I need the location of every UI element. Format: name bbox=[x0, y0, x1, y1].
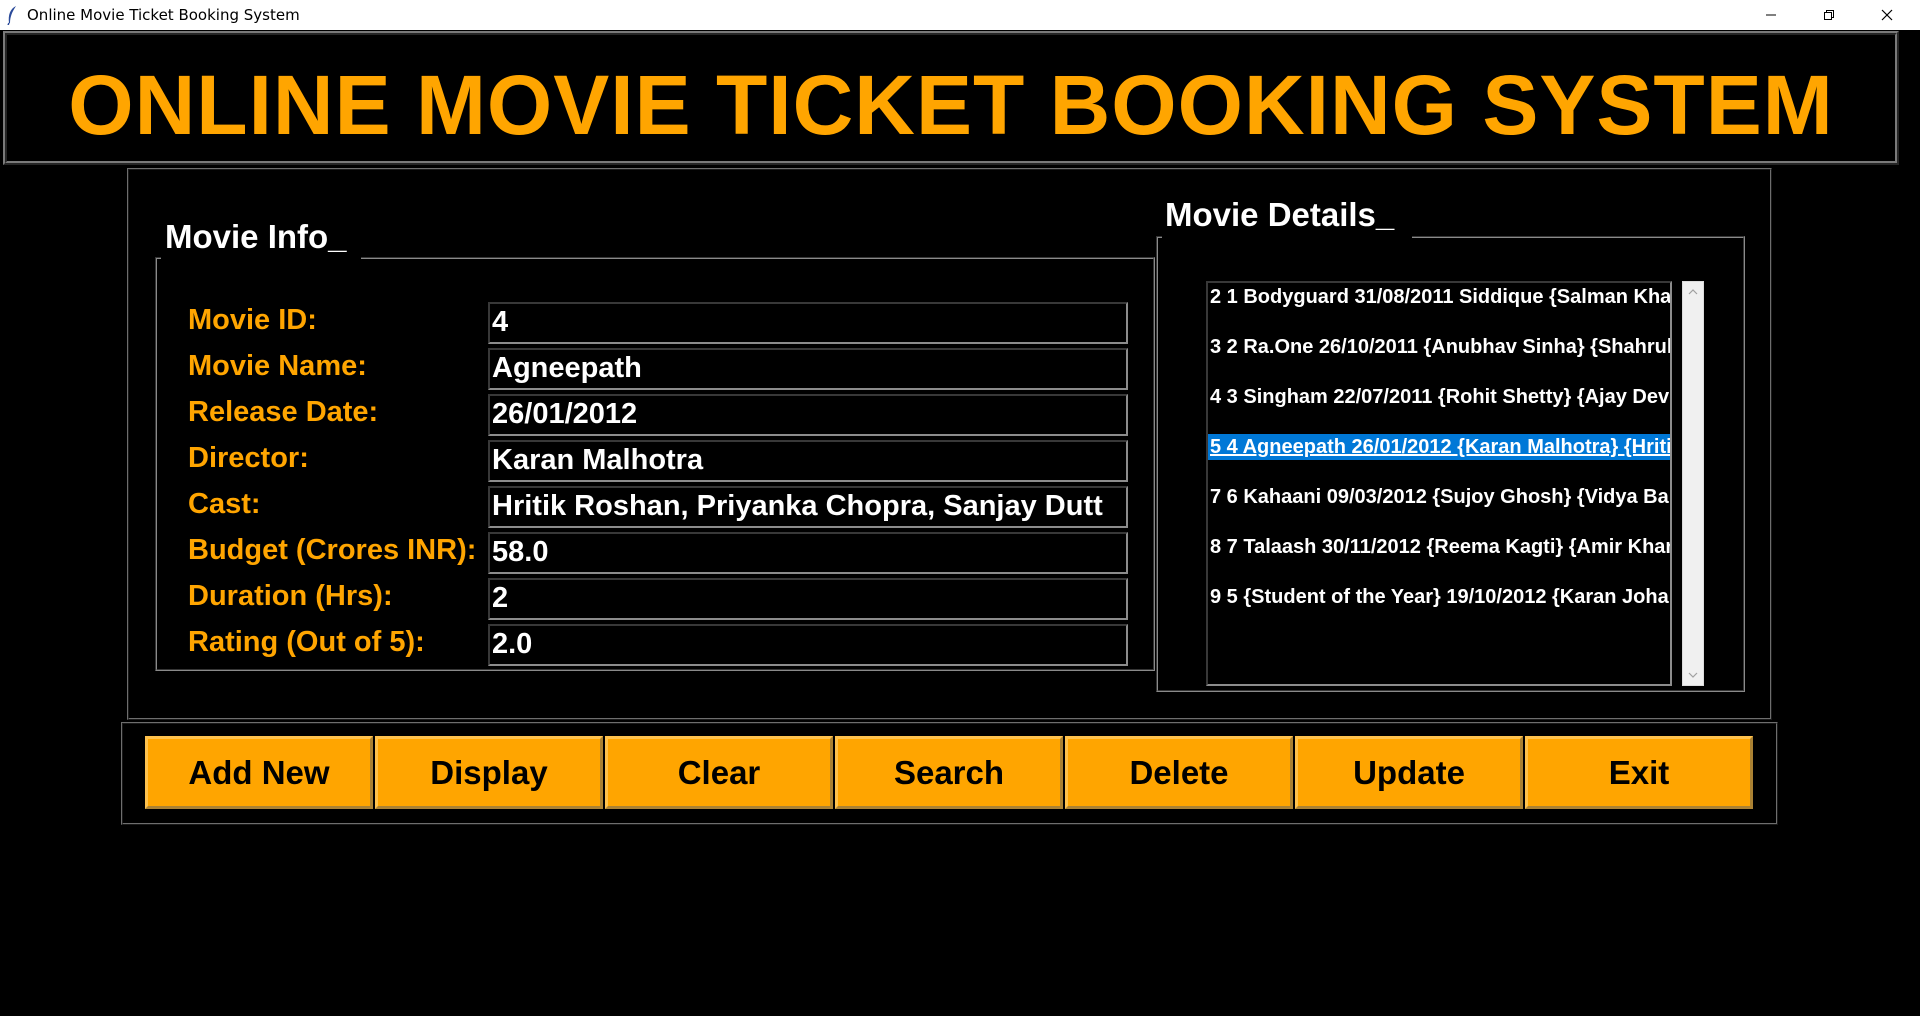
close-button[interactable] bbox=[1858, 0, 1916, 30]
page-title: ONLINE MOVIE TICKET BOOKING SYSTEM bbox=[68, 58, 1834, 152]
window-titlebar: Online Movie Ticket Booking System bbox=[0, 0, 1920, 30]
list-item[interactable]: 2 1 Bodyguard 31/08/2011 Siddique {Salma… bbox=[1208, 284, 1670, 310]
budget-input[interactable]: 58.0 bbox=[488, 532, 1128, 574]
release-date-input[interactable]: 26/01/2012 bbox=[488, 394, 1128, 436]
release-date-row: Release Date: 26/01/2012 bbox=[188, 394, 1128, 436]
display-button[interactable]: Display bbox=[375, 736, 603, 809]
minimize-button[interactable] bbox=[1742, 0, 1800, 30]
director-input[interactable]: Karan Malhotra bbox=[488, 440, 1128, 482]
clear-button[interactable]: Clear bbox=[605, 736, 833, 809]
movie-info-legend: Movie Info_ bbox=[163, 218, 349, 256]
window-title: Online Movie Ticket Booking System bbox=[27, 6, 300, 24]
add-new-button[interactable]: Add New bbox=[145, 736, 373, 809]
delete-button[interactable]: Delete bbox=[1065, 736, 1293, 809]
cast-row: Cast: Hritik Roshan, Priyanka Chopra, Sa… bbox=[188, 486, 1128, 528]
movie-name-label: Movie Name: bbox=[188, 350, 367, 382]
movie-id-row: Movie ID: 4 bbox=[188, 302, 1128, 344]
rating-row: Rating (Out of 5): 2.0 bbox=[188, 624, 1128, 666]
cast-input[interactable]: Hritik Roshan, Priyanka Chopra, Sanjay D… bbox=[488, 486, 1128, 528]
feather-icon bbox=[7, 6, 16, 25]
director-row: Director: Karan Malhotra bbox=[188, 440, 1128, 482]
chevron-up-icon bbox=[1688, 289, 1698, 295]
minimize-icon bbox=[1766, 14, 1776, 16]
list-item[interactable]: 8 7 Talaash 30/11/2012 {Reema Kagti} {Am… bbox=[1208, 534, 1670, 560]
list-item[interactable]: 9 5 {Student of the Year} 19/10/2012 {Ka… bbox=[1208, 584, 1670, 610]
movie-name-row: Movie Name: Agneepath bbox=[188, 348, 1128, 390]
list-item[interactable]: 3 2 Ra.One 26/10/2011 {Anubhav Sinha} {S… bbox=[1208, 334, 1670, 360]
director-label: Director: bbox=[188, 442, 309, 474]
budget-label: Budget (Crores INR): bbox=[188, 534, 477, 566]
restore-button[interactable] bbox=[1800, 0, 1858, 30]
movie-details-legend: Movie Details_ bbox=[1163, 196, 1397, 234]
header-banner: ONLINE MOVIE TICKET BOOKING SYSTEM bbox=[3, 31, 1899, 165]
exit-button[interactable]: Exit bbox=[1525, 736, 1753, 809]
list-item[interactable]: 4 3 Singham 22/07/2011 {Rohit Shetty} {A… bbox=[1208, 384, 1670, 410]
movie-id-input[interactable]: 4 bbox=[488, 302, 1128, 344]
rating-label: Rating (Out of 5): bbox=[188, 626, 425, 658]
release-date-label: Release Date: bbox=[188, 396, 379, 428]
scroll-down-arrow[interactable] bbox=[1683, 665, 1703, 685]
duration-input[interactable]: 2 bbox=[488, 578, 1128, 620]
list-item[interactable]: 7 6 Kahaani 09/03/2012 {Sujoy Ghosh} {Vi… bbox=[1208, 484, 1670, 510]
cast-label: Cast: bbox=[188, 488, 261, 520]
rating-input[interactable]: 2.0 bbox=[488, 624, 1128, 666]
list-item-selected[interactable]: 5 4 Agneepath 26/01/2012 {Karan Malhotra… bbox=[1208, 434, 1670, 460]
budget-row: Budget (Crores INR): 58.0 bbox=[188, 532, 1128, 574]
listbox-scrollbar[interactable] bbox=[1682, 281, 1704, 686]
duration-label: Duration (Hrs): bbox=[188, 580, 393, 612]
chevron-down-icon bbox=[1688, 672, 1698, 678]
scroll-up-arrow[interactable] bbox=[1683, 282, 1703, 302]
search-button[interactable]: Search bbox=[835, 736, 1063, 809]
close-icon bbox=[1881, 9, 1893, 21]
update-button[interactable]: Update bbox=[1295, 736, 1523, 809]
restore-icon bbox=[1824, 10, 1834, 20]
movie-listbox[interactable]: 2 1 Bodyguard 31/08/2011 Siddique {Salma… bbox=[1206, 281, 1672, 686]
movie-name-input[interactable]: Agneepath bbox=[488, 348, 1128, 390]
duration-row: Duration (Hrs): 2 bbox=[188, 578, 1128, 620]
movie-id-label: Movie ID: bbox=[188, 304, 317, 336]
